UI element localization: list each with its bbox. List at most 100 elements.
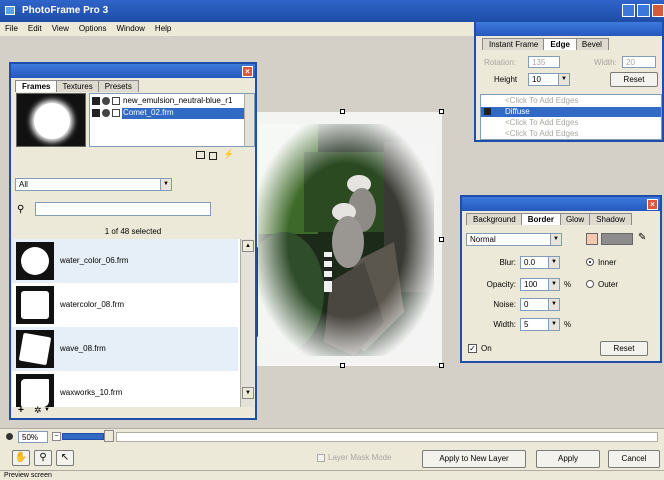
handle-bm[interactable] [340,363,345,368]
chevron-down-icon[interactable]: ▼ [558,74,569,85]
zoom-tool-icon[interactable]: ⚲ [34,450,52,466]
inner-radio[interactable] [586,258,594,266]
menu-edit[interactable]: Edit [23,22,47,36]
chevron-down-icon[interactable]: ▼ [548,279,559,290]
tab-shadow[interactable]: Shadow [589,213,633,225]
add-icon[interactable]: + [18,405,24,416]
layer-mask-checkbox[interactable] [317,454,325,462]
layer-row[interactable]: new_emulsion_neutral-blue_r1 [90,96,244,107]
image-canvas[interactable] [241,109,444,368]
chevron-down-icon[interactable]: ▼ [160,179,171,190]
settings-icon[interactable]: ✲ [34,405,42,416]
noise-field[interactable]: 0 ▼ [520,298,560,311]
zoom-field[interactable]: 50% [18,431,48,443]
tab-border[interactable]: Border [520,213,561,225]
zoom-out-icon[interactable] [6,433,13,440]
chevron-down-icon[interactable]: ▼ [548,299,559,310]
outer-radio[interactable] [586,280,594,288]
handle-mr[interactable] [439,237,444,242]
zoom-slider-thumb[interactable] [104,430,114,442]
list-item[interactable]: water_color_06.frm [12,239,238,283]
category-select[interactable]: All ▼ [15,178,172,191]
zoom-minus-icon[interactable]: − [52,432,61,441]
tab-bevel[interactable]: Bevel [574,38,609,50]
close-button[interactable] [652,4,664,17]
frames-panel-titlebar[interactable]: × [11,64,255,78]
flash-icon[interactable]: ⚡ [223,149,234,160]
eye-icon[interactable] [92,109,100,117]
color-target-icon[interactable] [586,233,598,245]
frames-list-scrollbar[interactable]: ▲ ▼ [240,239,254,407]
duplicate-layer-icon[interactable] [196,151,205,159]
layers-scrollbar[interactable] [244,94,254,146]
chevron-down-icon[interactable]: ▼ [550,234,561,245]
menu-help[interactable]: Help [150,22,176,36]
select-tool-icon[interactable]: ↖ [56,450,74,466]
frame-thumbnail [16,242,54,280]
edge-label: <Click To Add Edges [505,96,579,105]
search-input[interactable] [35,202,211,216]
opacity-field[interactable]: 100 ▼ [520,278,560,291]
tab-background[interactable]: Background [466,213,523,225]
selection-status: 1 of 48 selected [104,227,162,236]
border-panel-close-icon[interactable]: × [647,199,658,210]
handle-tr[interactable] [439,109,444,114]
eye-icon[interactable] [484,108,491,115]
border-width-field[interactable]: 5 ▼ [520,318,560,331]
width-label: Width: [594,58,617,67]
tab-frames[interactable]: Frames [15,80,58,92]
blur-field[interactable]: 0.0 ▼ [520,256,560,269]
maximize-button[interactable] [637,4,650,17]
zoom-slider-track[interactable] [62,433,104,440]
tab-glow[interactable]: Glow [558,213,592,225]
list-item[interactable]: watercolor_08.frm [12,283,238,327]
chevron-down-icon[interactable]: ▼ [548,319,559,330]
frames-panel-close-icon[interactable]: × [242,66,253,77]
delete-layer-icon[interactable] [209,152,217,160]
tab-presets[interactable]: Presets [97,80,139,92]
border-reset-button[interactable]: Reset [600,341,648,356]
border-panel-titlebar[interactable]: × [462,197,660,211]
width-field[interactable]: 20 [622,56,656,68]
minimize-button[interactable] [622,4,635,17]
menu-file[interactable]: File [0,22,23,36]
settings-chevron-icon[interactable]: ▼ [44,407,50,413]
scroll-up-icon[interactable]: ▲ [242,240,254,252]
handle-tm[interactable] [340,109,345,114]
border-color-swatch[interactable] [601,233,633,245]
border-mode-value: Normal [470,235,496,244]
edge-row[interactable]: <Click To Add Edges [481,129,661,139]
rotation-field[interactable]: 135 [528,56,560,68]
tab-instant-frame[interactable]: Instant Frame [482,38,546,50]
edge-panel-titlebar[interactable] [476,22,662,36]
hand-tool-icon[interactable]: ✋ [12,450,30,466]
category-value: All [19,180,28,189]
apply-to-new-layer-button[interactable]: Apply to New Layer [422,450,526,468]
frames-list: water_color_06.frm watercolor_08.frm wav… [12,239,254,407]
eye-icon[interactable] [92,97,100,105]
list-item[interactable]: waxworks_10.frm [12,371,238,407]
edge-row-selected[interactable]: Diffuse [481,107,661,117]
on-checkbox[interactable]: ✓ [468,344,477,353]
eyedropper-icon[interactable]: ✎ [638,232,646,243]
chevron-down-icon[interactable]: ▼ [548,257,559,268]
menu-window[interactable]: Window [111,22,149,36]
edge-row[interactable]: <Click To Add Edges [481,96,661,106]
border-mode-select[interactable]: Normal ▼ [466,233,562,246]
horizontal-scrollbar[interactable] [116,432,658,442]
height-field[interactable]: 10 ▼ [528,73,570,86]
list-item[interactable]: wave_08.frm [12,327,238,371]
frame-thumbnail [16,330,54,368]
apply-button[interactable]: Apply [536,450,600,468]
layer-type-icon [102,97,110,105]
scroll-down-icon[interactable]: ▼ [242,387,254,399]
layer-row-selected[interactable]: Comet_02.frm [90,108,244,119]
tab-textures[interactable]: Textures [55,80,100,92]
cancel-button[interactable]: Cancel [608,450,660,468]
menu-view[interactable]: View [47,22,74,36]
menu-options[interactable]: Options [74,22,112,36]
tab-edge[interactable]: Edge [543,38,577,50]
edge-reset-button[interactable]: Reset [610,72,658,87]
handle-br[interactable] [439,363,444,368]
edge-row[interactable]: <Click To Add Edges [481,118,661,128]
